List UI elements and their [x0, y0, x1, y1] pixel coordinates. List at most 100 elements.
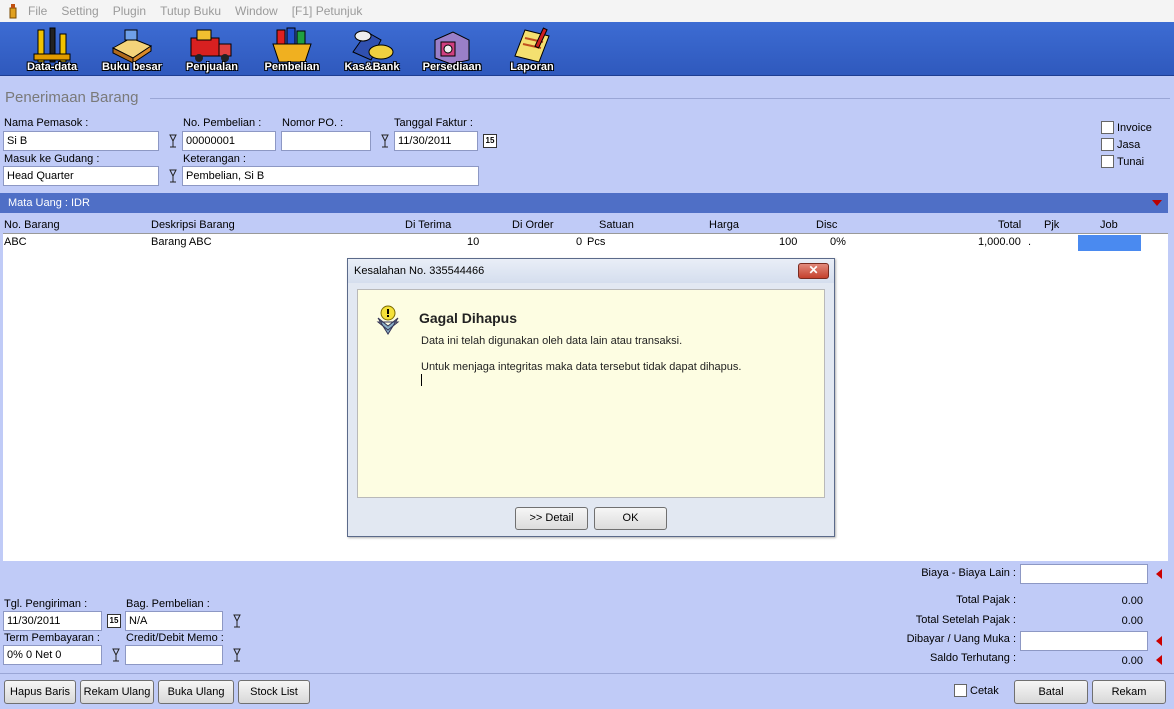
- cell-harga[interactable]: 100: [779, 236, 797, 248]
- menu-file[interactable]: File: [28, 4, 47, 18]
- po-no-input[interactable]: [281, 131, 371, 151]
- report-icon: [514, 27, 550, 63]
- supplier-picker-icon[interactable]: [167, 133, 179, 149]
- column-di-order[interactable]: Di Order: [512, 219, 554, 231]
- menu-window[interactable]: Window: [235, 4, 278, 18]
- notes-input[interactable]: Pembelian, Si B: [182, 166, 479, 186]
- term-picker-icon[interactable]: [110, 647, 122, 663]
- toolbar-pembelian-button[interactable]: Pembelian: [252, 23, 332, 75]
- checkbox-box[interactable]: [954, 684, 967, 697]
- detail-button[interactable]: >> Detail: [515, 507, 588, 530]
- menu-help[interactable]: [F1] Petunjuk: [292, 4, 363, 18]
- menu-setting[interactable]: Setting: [61, 4, 98, 18]
- text-caret: [421, 374, 422, 386]
- cell-no-barang[interactable]: ABC: [4, 236, 27, 248]
- checkbox-label: Cetak: [970, 684, 999, 697]
- app-logo-icon: [9, 4, 17, 19]
- stock-list-button[interactable]: Stock List: [238, 680, 310, 704]
- print-checkbox[interactable]: Cetak: [954, 684, 999, 697]
- expand-arrow-icon[interactable]: [1156, 655, 1162, 665]
- warehouse-input[interactable]: Head Quarter: [3, 166, 159, 186]
- cell-job[interactable]: [1078, 235, 1141, 251]
- column-no-barang[interactable]: No. Barang: [4, 219, 60, 231]
- column-satuan[interactable]: Satuan: [599, 219, 634, 231]
- column-job[interactable]: Job: [1100, 219, 1118, 231]
- menu-bar: File Setting Plugin Tutup Buku Window [F…: [0, 0, 1174, 22]
- dialog-message-1: Data ini telah digunakan oleh data lain …: [421, 335, 683, 347]
- currency-label: Mata Uang : IDR: [8, 197, 90, 209]
- purchasing-picker-icon[interactable]: [231, 613, 243, 629]
- toolbar-laporan-button[interactable]: Laporan: [492, 23, 572, 75]
- jasa-checkbox[interactable]: Jasa: [1101, 138, 1140, 151]
- ok-button[interactable]: OK: [594, 507, 667, 530]
- invoice-checkbox[interactable]: Invoice: [1101, 121, 1152, 134]
- menu-plugin[interactable]: Plugin: [113, 4, 146, 18]
- expand-arrow-icon[interactable]: [1156, 636, 1162, 646]
- calendar-icon[interactable]: 15: [483, 134, 497, 148]
- invoice-date-input[interactable]: 11/30/2011: [394, 131, 478, 151]
- table-row[interactable]: ABC Barang ABC 10 0 Pcs 100 0% 1,000.00 …: [3, 234, 1168, 251]
- expand-arrow-icon[interactable]: [1156, 569, 1162, 579]
- purchase-no-input[interactable]: 00000001: [182, 131, 276, 151]
- delete-row-button[interactable]: Hapus Baris: [4, 680, 76, 704]
- memo-input[interactable]: [125, 645, 223, 665]
- cell-deskripsi[interactable]: Barang ABC: [151, 236, 212, 248]
- column-pjk[interactable]: Pjk: [1044, 219, 1059, 231]
- term-input[interactable]: 0% 0 Net 0: [3, 645, 102, 665]
- po-picker-icon[interactable]: [379, 133, 391, 149]
- column-di-terima[interactable]: Di Terima: [405, 219, 451, 231]
- cell-di-terima[interactable]: 10: [467, 236, 479, 248]
- cell-disc[interactable]: 0%: [830, 236, 846, 248]
- total-tax-label: Total Pajak :: [956, 594, 1016, 606]
- column-disc[interactable]: Disc: [816, 219, 837, 231]
- other-costs-input[interactable]: [1020, 564, 1148, 584]
- memo-picker-icon[interactable]: [231, 647, 243, 663]
- supplier-input[interactable]: Si B: [3, 131, 159, 151]
- warning-icon: [376, 305, 400, 335]
- column-total[interactable]: Total: [998, 219, 1021, 231]
- dialog-close-button[interactable]: ✕: [798, 263, 829, 279]
- grid-header: No. Barang Deskripsi Barang Di Terima Di…: [3, 217, 1168, 234]
- balance-label: Saldo Terhutang :: [929, 652, 1016, 664]
- paid-input[interactable]: [1020, 631, 1148, 651]
- checkbox-label: Tunai: [1117, 155, 1145, 168]
- cash-bank-icon: [352, 30, 394, 61]
- toolbar-persediaan-button[interactable]: Persediaan: [412, 23, 492, 75]
- purchasing-label: Bag. Pembelian :: [126, 598, 210, 610]
- ship-date-input[interactable]: 11/30/2011: [3, 611, 102, 631]
- menu-tutup-buku[interactable]: Tutup Buku: [160, 4, 221, 18]
- column-deskripsi[interactable]: Deskripsi Barang: [151, 219, 235, 231]
- calendar-icon[interactable]: 15: [107, 614, 121, 628]
- toolbar-data-data-button[interactable]: Data-data: [12, 23, 92, 75]
- notes-label: Keterangan :: [183, 153, 246, 165]
- toolbar-label: Penjualan: [186, 61, 238, 73]
- delivery-truck-icon: [190, 29, 232, 62]
- footer-separator: [0, 673, 1174, 674]
- tools-icon: [33, 27, 71, 63]
- checkbox-box[interactable]: [1101, 138, 1114, 151]
- save-button[interactable]: Rekam: [1092, 680, 1166, 704]
- checkbox-box[interactable]: [1101, 121, 1114, 134]
- toolbar-label: Data-data: [26, 61, 78, 73]
- save-again-button[interactable]: Rekam Ulang: [80, 680, 154, 704]
- cell-total[interactable]: 1,000.00: [978, 236, 1021, 248]
- toolbar-kas-bank-button[interactable]: Kas&Bank: [332, 23, 412, 75]
- cell-di-order[interactable]: 0: [576, 236, 582, 248]
- reopen-button[interactable]: Buka Ulang: [158, 680, 234, 704]
- warehouse-picker-icon[interactable]: [167, 168, 179, 184]
- paid-label: Dibayar / Uang Muka :: [906, 633, 1016, 645]
- purchasing-input[interactable]: N/A: [125, 611, 223, 631]
- collapse-arrow-icon[interactable]: [1152, 200, 1162, 206]
- tunai-checkbox[interactable]: Tunai: [1101, 155, 1144, 168]
- invoice-date-label: Tanggal Faktur :: [394, 117, 473, 129]
- memo-label: Credit/Debit Memo :: [126, 632, 224, 644]
- toolbar-penjualan-button[interactable]: Penjualan: [172, 23, 252, 75]
- cell-satuan[interactable]: Pcs: [587, 236, 605, 248]
- inventory-icon: [434, 31, 470, 65]
- checkbox-box[interactable]: [1101, 155, 1114, 168]
- cancel-button[interactable]: Batal: [1014, 680, 1088, 704]
- cell-pjk[interactable]: .: [1028, 236, 1031, 248]
- toolbar-buku-besar-button[interactable]: Buku besar: [92, 23, 172, 75]
- po-no-label: Nomor PO. :: [282, 117, 344, 129]
- column-harga[interactable]: Harga: [709, 219, 739, 231]
